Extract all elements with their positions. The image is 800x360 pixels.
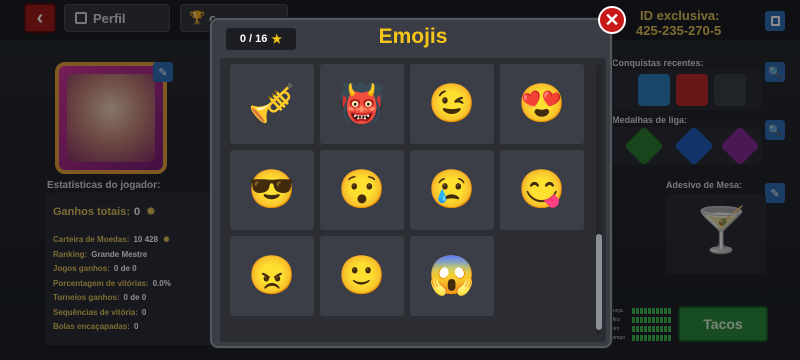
- cue-stat-label: Mira: [610, 316, 620, 323]
- sunglasses-face-emoji-icon: 😎: [248, 169, 296, 211]
- stat-value: 0: [134, 206, 141, 218]
- medal-green[interactable]: [624, 126, 664, 166]
- angry-face-emoji-icon: 😠: [248, 255, 296, 297]
- emoji-cell[interactable]: 😢: [410, 150, 494, 230]
- stat-tournaments-won: Torneios ganhos: 0 de 0: [53, 293, 146, 302]
- cue-stat-time: Tempo: [610, 333, 672, 342]
- id-card-icon: [75, 12, 87, 24]
- emojis-modal: 0 / 16 ★ Emojis ✕ 🎺 👹 😉 😍 😎 😯 😢 😋 😠 🙂 😱: [210, 6, 626, 348]
- modal-title: Emojis: [378, 25, 448, 48]
- stat-value: 0: [133, 322, 139, 331]
- close-modal-button[interactable]: ✕: [598, 6, 626, 34]
- table-sticker-panel: 🍸: [666, 194, 766, 274]
- stat-label: Bolas encaçapadas:: [53, 322, 130, 331]
- emoji-cell[interactable]: 😍: [500, 64, 584, 144]
- stat-label: Ganhos totais:: [53, 206, 131, 218]
- achievement-slot-empty: [714, 74, 746, 106]
- unique-id-label: ID exclusiva:: [640, 8, 720, 23]
- pencil-icon: ✎: [158, 66, 168, 79]
- copy-id-button[interactable]: [765, 11, 785, 31]
- heart-eyes-emoji-icon: 😍: [518, 83, 566, 125]
- stat-value: 10 428: [133, 235, 158, 244]
- achievement-badge[interactable]: [638, 74, 670, 106]
- emoji-cell[interactable]: 😋: [500, 150, 584, 230]
- emoji-scrollbar-thumb[interactable]: [596, 234, 602, 330]
- cue-stat-power: Força: [610, 306, 672, 315]
- player-stats-panel: Ganhos totais: 0 ✸ Carteira de Moedas: 10 …: [45, 193, 213, 345]
- cue-stat-label: Força: [610, 307, 623, 314]
- close-icon: ✕: [604, 10, 620, 30]
- achievement-badge[interactable]: [676, 74, 708, 106]
- league-medals-label: Medalhas de liga:: [612, 115, 688, 125]
- tongue-out-emoji-icon: 😋: [518, 169, 566, 211]
- surprised-face-emoji-icon: 😯: [338, 169, 386, 211]
- cue-stat-label: Giro: [610, 325, 620, 332]
- stat-label: Torneios ganhos:: [53, 293, 120, 302]
- stat-value: 0 de 0: [123, 293, 147, 302]
- stat-value: 0: [141, 308, 147, 317]
- recent-achievements-panel: [612, 70, 762, 110]
- recent-achievements-label: Conquistas recentes:: [612, 58, 704, 68]
- stat-label: Jogos ganhos:: [53, 264, 110, 273]
- cash-icon: ✸: [146, 206, 156, 218]
- stat-value: 0 de 0: [113, 264, 137, 273]
- table-sticker-label: Adesivo de Mesa:: [666, 180, 743, 190]
- winking-face-emoji-icon: 😉: [428, 83, 476, 125]
- edit-sticker-button[interactable]: ✎: [765, 183, 785, 203]
- unique-id-value: 425-235-270-5: [636, 23, 722, 38]
- stat-label: Ranking:: [53, 250, 88, 259]
- mariachi-trumpet-emoji-icon: 🎺: [248, 83, 296, 125]
- cue-stat-spin: Giro: [610, 324, 672, 333]
- green-monster-emoji-icon: 👹: [338, 83, 386, 125]
- trophy-icon: 🏆: [189, 10, 206, 25]
- tab-profile[interactable]: Perfil: [64, 4, 170, 32]
- stat-value: 0.0%: [152, 279, 171, 288]
- stat-label: Carteira de Moedas:: [53, 235, 130, 244]
- stat-balls-potted: Bolas encaçapadas: 0: [53, 322, 138, 331]
- cue-stat-label: Tempo: [610, 334, 626, 341]
- medals-search-button[interactable]: 🔍: [765, 120, 785, 140]
- back-button[interactable]: ‹: [24, 3, 56, 33]
- cue-stat-aim: Mira: [610, 315, 672, 324]
- stat-win-percentage: Porcentagem de vitórias: 0.0%: [53, 279, 171, 288]
- league-medals-panel: [612, 126, 762, 166]
- cue-stats: Força Mira Giro Tempo: [610, 306, 672, 342]
- chevron-left-icon: ‹: [36, 6, 44, 29]
- player-avatar[interactable]: [55, 62, 167, 174]
- emoji-cell[interactable]: 😉: [410, 64, 494, 144]
- achievements-search-button[interactable]: 🔍: [765, 62, 785, 82]
- emoji-cell[interactable]: 🎺: [230, 64, 314, 144]
- emoji-cell[interactable]: 😱: [410, 236, 494, 316]
- medal-blue[interactable]: [674, 126, 714, 166]
- avatar-image: [67, 74, 155, 162]
- emoji-cell[interactable]: 😎: [230, 150, 314, 230]
- smiling-face-emoji-icon: 🙂: [338, 255, 386, 297]
- stat-value: Grande Mestre: [91, 250, 148, 259]
- stat-label: Porcentagem de vitórias:: [53, 279, 149, 288]
- screaming-face-emoji-icon: 😱: [428, 255, 476, 297]
- emoji-cell[interactable]: 🙂: [320, 236, 404, 316]
- cocktail-glass-icon: 🍸: [694, 206, 749, 255]
- cues-button[interactable]: Tacos: [678, 306, 768, 342]
- tab-profile-label: Perfil: [93, 10, 126, 26]
- stat-games-won: Jogos ganhos: 0 de 0: [53, 264, 137, 273]
- stat-ranking: Ranking: Grande Mestre: [53, 250, 147, 259]
- emoji-grid: 🎺 👹 😉 😍 😎 😯 😢 😋 😠 🙂 😱: [220, 58, 606, 342]
- coin-icon: ✹: [163, 235, 170, 244]
- emoji-cell[interactable]: 😠: [230, 236, 314, 316]
- emoji-cell[interactable]: 😯: [320, 150, 404, 230]
- copy-icon: [770, 16, 780, 26]
- stat-label: Sequências de vitória:: [53, 308, 138, 317]
- stat-coin-wallet: Carteira de Moedas: 10 428 ✹: [53, 235, 170, 244]
- pencil-icon: ✎: [770, 187, 780, 200]
- crying-face-emoji-icon: 😢: [428, 169, 476, 211]
- stat-total-winnings: Ganhos totais: 0 ✸: [53, 205, 155, 218]
- emoji-cell[interactable]: 👹: [320, 64, 404, 144]
- search-icon: 🔍: [768, 124, 782, 137]
- edit-avatar-button[interactable]: ✎: [153, 62, 173, 82]
- stat-win-streaks: Sequências de vitória: 0: [53, 308, 146, 317]
- search-icon: 🔍: [768, 66, 782, 79]
- player-stats-title: Estatísticas do jogador:: [47, 180, 161, 191]
- medal-purple[interactable]: [720, 126, 760, 166]
